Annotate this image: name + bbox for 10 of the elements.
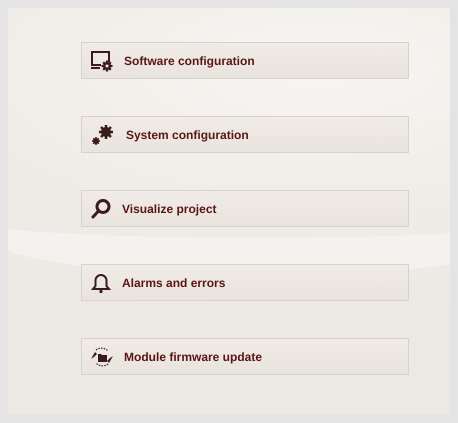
search-icon <box>90 198 112 220</box>
menu-button[interactable]: System configuration <box>81 116 409 153</box>
bell-icon <box>90 272 112 294</box>
menu-button[interactable]: Module firmware update <box>81 338 409 375</box>
menu-button[interactable]: Software configuration <box>81 42 409 79</box>
gears-icon <box>90 124 116 146</box>
menu-button[interactable]: Alarms and errors <box>81 264 409 301</box>
folder-arrows-icon <box>90 346 114 368</box>
menu-button[interactable]: Visualize project <box>81 190 409 227</box>
monitor-gear-icon <box>90 50 114 72</box>
